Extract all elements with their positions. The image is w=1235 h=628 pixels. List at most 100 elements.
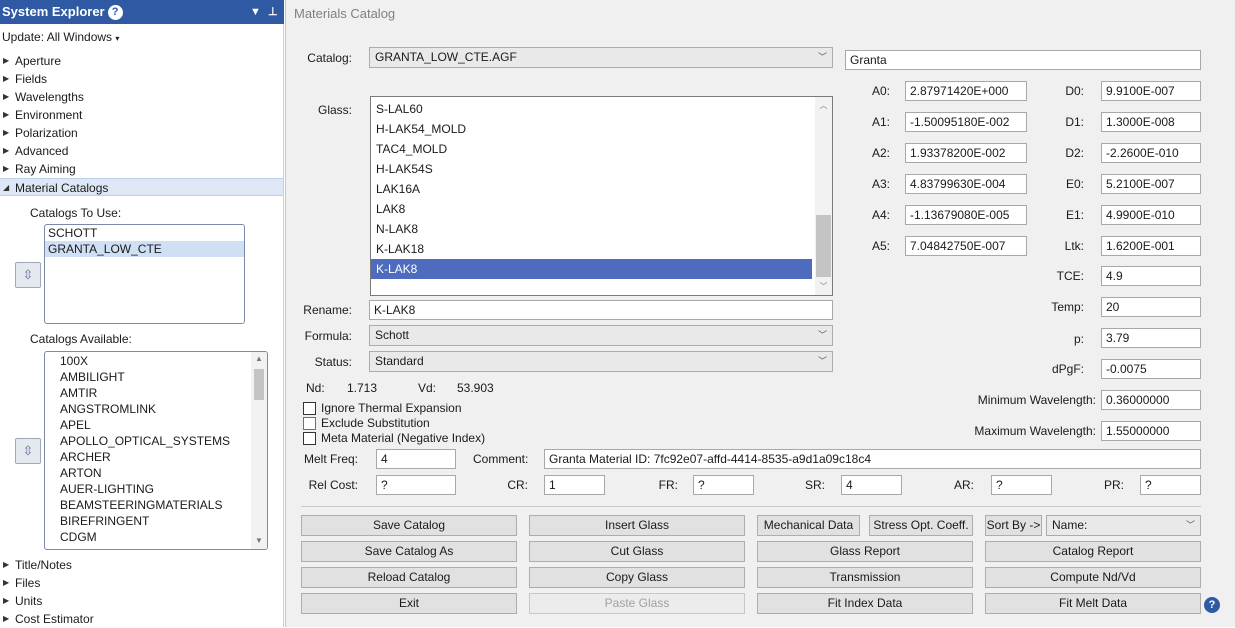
transmission-button[interactable]: Transmission xyxy=(757,567,973,588)
list-item[interactable]: APEL xyxy=(57,417,267,433)
scroll-down-icon[interactable]: ﹀ xyxy=(815,281,832,292)
dropdown-arrow-icon[interactable]: ▼ xyxy=(250,0,261,24)
glass-list-item[interactable]: K-LAK18 xyxy=(371,239,812,259)
update-windows-dropdown[interactable]: Update: All Windows ▾ xyxy=(2,30,119,44)
meta-material-checkbox[interactable] xyxy=(303,432,316,445)
glass-report-button[interactable]: Glass Report xyxy=(757,541,973,562)
coeff-field[interactable]: 4.9900E-010 xyxy=(1101,205,1201,225)
glass-list-item[interactable]: S-LAL60 xyxy=(371,99,812,119)
tree-item-aperture[interactable]: ▶ Aperture xyxy=(0,52,283,70)
glass-list-item[interactable]: LAK16A xyxy=(371,179,812,199)
mechanical-data-button[interactable]: Mechanical Data xyxy=(757,515,860,536)
list-item[interactable]: 100X xyxy=(57,353,267,369)
insert-glass-button[interactable]: Insert Glass xyxy=(529,515,745,536)
sort-by-dropdown[interactable]: Name: ﹀ xyxy=(1046,515,1201,536)
catalogs-scrollbar[interactable]: ▲ ▼ xyxy=(251,352,267,549)
cr-field[interactable]: 1 xyxy=(544,475,605,495)
glass-list[interactable]: S-LAL60 H-LAK54_MOLD TAC4_MOLD H-LAK54S LAK1… xyxy=(370,96,833,296)
coeff-field[interactable]: -2.2600E-010 xyxy=(1101,143,1201,163)
tree-item-advanced[interactable]: ▶ Advanced xyxy=(0,142,283,160)
ar-field[interactable]: ? xyxy=(991,475,1052,495)
tree-item-ray-aiming[interactable]: ▶ Ray Aiming xyxy=(0,160,283,178)
tce-field[interactable]: 4.9 xyxy=(1101,266,1201,286)
list-item[interactable]: AMBILIGHT xyxy=(57,369,267,385)
tree-item-polarization[interactable]: ▶ Polarization xyxy=(0,124,283,142)
list-item[interactable]: CDGM xyxy=(57,529,267,545)
tree-item-wavelengths[interactable]: ▶ Wavelengths xyxy=(0,88,283,106)
tree-item-title-notes[interactable]: ▶ Title/Notes xyxy=(0,556,283,574)
list-item[interactable]: BIREFRINGENT xyxy=(57,513,267,529)
scroll-up-icon[interactable]: ︿ xyxy=(815,100,832,111)
temp-field[interactable]: 20 xyxy=(1101,297,1201,317)
coeff-field[interactable]: 2.87971420E+000 xyxy=(905,81,1027,101)
tree-item-cost-estimator[interactable]: ▶ Cost Estimator xyxy=(0,610,283,628)
coeff-field[interactable]: 1.6200E-001 xyxy=(1101,236,1201,256)
list-item[interactable]: GRANTA_LOW_CTE xyxy=(45,241,244,257)
fr-field[interactable]: ? xyxy=(693,475,754,495)
coeff-field[interactable]: -1.50095180E-002 xyxy=(905,112,1027,132)
comment-field[interactable]: Granta Material ID: 7fc92e07-affd-4414-8… xyxy=(544,449,1201,469)
glass-scrollbar[interactable]: ︿ ﹀ xyxy=(815,97,832,295)
coeff-field[interactable]: 4.83799630E-004 xyxy=(905,174,1027,194)
catalogs-available-list[interactable]: 100X AMBILIGHT AMTIR ANGSTROMLINK APEL APOLLO… xyxy=(44,351,268,550)
status-dropdown[interactable]: Standard ﹀ xyxy=(369,351,833,372)
save-catalog-button[interactable]: Save Catalog xyxy=(301,515,517,536)
max-wavelength-field[interactable]: 1.55000000 xyxy=(1101,421,1201,441)
list-item[interactable]: ARCHER xyxy=(57,449,267,465)
pr-field[interactable]: ? xyxy=(1140,475,1201,495)
exclude-substitution-checkbox[interactable] xyxy=(303,417,316,430)
catalog-dropdown[interactable]: GRANTA_LOW_CTE.AGF ﹀ xyxy=(369,47,833,68)
glass-list-item[interactable]: K-LAK8 xyxy=(371,259,812,279)
p-field[interactable]: 3.79 xyxy=(1101,328,1201,348)
cut-glass-button[interactable]: Cut Glass xyxy=(529,541,745,562)
scroll-down-icon[interactable]: ▼ xyxy=(251,536,267,545)
pin-icon[interactable]: ⊥ xyxy=(268,0,278,24)
glass-list-item[interactable]: H-LAK54_MOLD xyxy=(371,119,812,139)
glass-list-item[interactable]: H-LAK54S xyxy=(371,159,812,179)
glass-list-item[interactable]: LAK8 xyxy=(371,199,812,219)
ignore-thermal-checkbox[interactable] xyxy=(303,402,316,415)
move-available-icon[interactable]: ⇳ xyxy=(15,438,41,464)
fit-melt-data-button[interactable]: Fit Melt Data xyxy=(985,593,1201,614)
list-item[interactable]: ANGSTROMLINK xyxy=(57,401,267,417)
catalog-report-button[interactable]: Catalog Report xyxy=(985,541,1201,562)
catalogs-to-use-list[interactable]: SCHOTT GRANTA_LOW_CTE xyxy=(44,224,245,324)
list-item[interactable]: APOLLO_OPTICAL_SYSTEMS xyxy=(57,433,267,449)
tree-item-files[interactable]: ▶ Files xyxy=(0,574,283,592)
glass-list-item[interactable]: N-LAK8 xyxy=(371,219,812,239)
coeff-field[interactable]: -1.13679080E-005 xyxy=(905,205,1027,225)
save-catalog-as-button[interactable]: Save Catalog As xyxy=(301,541,517,562)
coeff-field[interactable]: 1.93378200E-002 xyxy=(905,143,1027,163)
move-catalog-icon[interactable]: ⇳ xyxy=(15,262,41,288)
help-icon[interactable]: ? xyxy=(1204,597,1220,613)
catalog-note-field[interactable]: Granta xyxy=(845,50,1201,70)
reload-catalog-button[interactable]: Reload Catalog xyxy=(301,567,517,588)
glass-list-item[interactable]: TAC4_MOLD xyxy=(371,139,812,159)
min-wavelength-field[interactable]: 0.36000000 xyxy=(1101,390,1201,410)
fit-index-data-button[interactable]: Fit Index Data xyxy=(757,593,973,614)
tree-item-units[interactable]: ▶ Units xyxy=(0,592,283,610)
help-icon[interactable]: ? xyxy=(107,5,123,20)
tree-item-material-catalogs[interactable]: ◢ Material Catalogs xyxy=(0,178,283,196)
dpgf-field[interactable]: -0.0075 xyxy=(1101,359,1201,379)
coeff-field[interactable]: 1.3000E-008 xyxy=(1101,112,1201,132)
list-item[interactable]: AUER-LIGHTING xyxy=(57,481,267,497)
coeff-field[interactable]: 5.2100E-007 xyxy=(1101,174,1201,194)
compute-nd-vd-button[interactable]: Compute Nd/Vd xyxy=(985,567,1201,588)
list-item[interactable]: BEAMSTEERINGMATERIALS xyxy=(57,497,267,513)
list-item[interactable]: AMTIR xyxy=(57,385,267,401)
tree-item-fields[interactable]: ▶ Fields xyxy=(0,70,283,88)
scroll-thumb[interactable] xyxy=(816,215,831,277)
coeff-field[interactable]: 9.9100E-007 xyxy=(1101,81,1201,101)
list-item[interactable]: SCHOTT xyxy=(45,225,244,241)
paste-glass-button[interactable]: Paste Glass xyxy=(529,593,745,614)
coeff-field[interactable]: 7.04842750E-007 xyxy=(905,236,1027,256)
scroll-thumb[interactable] xyxy=(254,369,264,400)
rel-cost-field[interactable]: ? xyxy=(376,475,456,495)
exit-button[interactable]: Exit xyxy=(301,593,517,614)
sr-field[interactable]: 4 xyxy=(841,475,902,495)
rename-field[interactable]: K-LAK8 xyxy=(369,300,833,320)
copy-glass-button[interactable]: Copy Glass xyxy=(529,567,745,588)
stress-opt-coeff-button[interactable]: Stress Opt. Coeff. xyxy=(869,515,973,536)
formula-dropdown[interactable]: Schott ﹀ xyxy=(369,325,833,346)
